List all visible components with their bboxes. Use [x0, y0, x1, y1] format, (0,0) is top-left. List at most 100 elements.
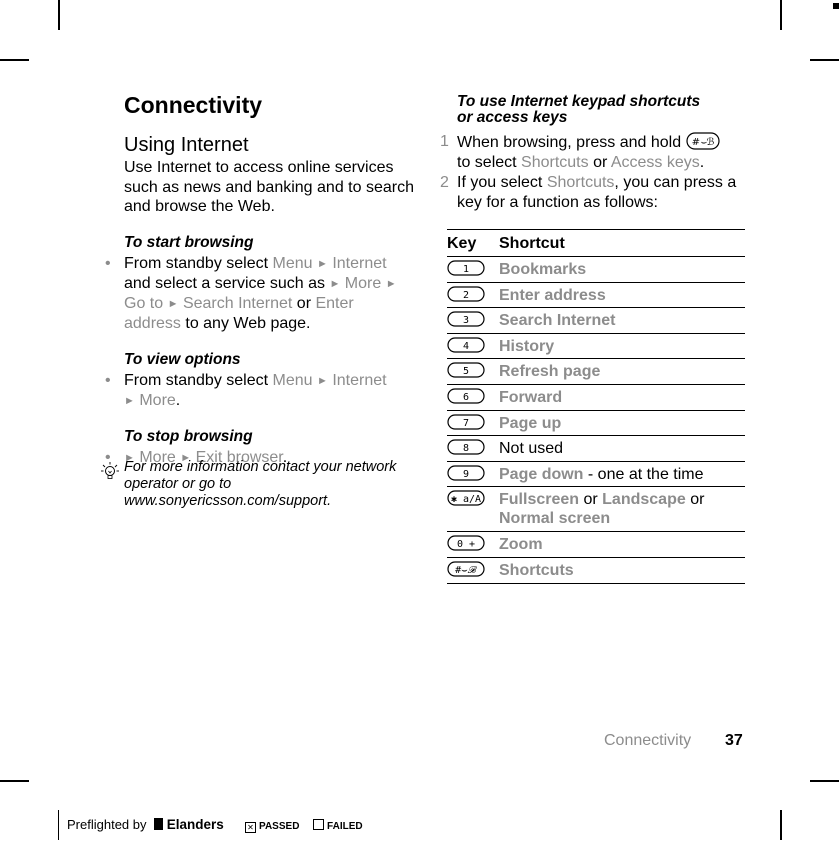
svg-text:1: 1	[463, 264, 469, 275]
elanders-logo-icon	[154, 818, 164, 830]
procedure-title-shortcuts: To use Internet keypad shortcuts or acces…	[457, 93, 701, 126]
key-cell: ✱ a/A	[447, 486, 499, 533]
column-header-shortcut: Shortcut	[499, 229, 745, 257]
crop-mark	[810, 780, 839, 782]
arrow-right-icon: ►	[316, 374, 328, 387]
shortcut-cell: Bookmarks	[499, 256, 745, 283]
step-1: 1 When browsing, press and hold #⌣ℬ to sel…	[440, 132, 746, 172]
key-cell: 7	[447, 410, 499, 437]
keypad-key-icon: 0 +	[447, 535, 485, 551]
step-2: 2 If you select Shortcuts, you can press …	[440, 174, 737, 211]
page-number: 37	[725, 732, 743, 749]
shortcut-cell: Shortcuts	[499, 557, 745, 584]
crop-mark	[0, 59, 29, 61]
failed-label: FAILED	[327, 821, 363, 832]
bullet-dot: •	[105, 254, 111, 272]
arrow-right-icon: ►	[329, 277, 341, 290]
preflight-label: Preflighted by	[67, 817, 147, 832]
crop-mark	[58, 0, 60, 30]
menu-ref: Shortcuts	[546, 174, 615, 191]
shortcut-table: Key Shortcut 1 Bookmarks 2 Enter address 3 Se…	[447, 229, 745, 584]
table-row: 4 History	[447, 333, 745, 360]
key-cell: 1	[447, 256, 499, 283]
preflight-brand: Elanders	[166, 817, 224, 832]
footer-section-name: Connectivity	[604, 732, 692, 749]
menu-ref: Go to	[124, 295, 164, 313]
table-row: 7 Page up	[447, 410, 745, 437]
hash-key-icon: #⌣ℬ	[685, 132, 720, 150]
svg-text:5: 5	[463, 366, 469, 377]
menu-ref: Search Internet	[182, 295, 293, 313]
shortcut-cell: Not used	[499, 435, 745, 462]
svg-text:6: 6	[463, 392, 469, 403]
crop-mark	[780, 0, 782, 30]
key-cell: 4	[447, 333, 499, 360]
key-cell: 5	[447, 358, 499, 385]
svg-text:#⌣ℬ: #⌣ℬ	[455, 565, 477, 576]
crop-mark	[810, 59, 839, 61]
shortcut-cell: Forward	[499, 384, 745, 411]
procedure-title-stop-browsing: To stop browsing	[124, 428, 253, 446]
arrow-right-icon: ►	[385, 277, 397, 290]
keypad-key-icon: 3	[447, 311, 485, 327]
right-column: To use Internet keypad shortcuts or acces…	[440, 94, 746, 212]
key-cell: 6	[447, 384, 499, 411]
column-header-key: Key	[447, 229, 499, 257]
note-text: For more information contact your networ…	[124, 459, 397, 509]
menu-ref: Access keys	[610, 153, 700, 171]
svg-text:2: 2	[463, 290, 469, 301]
bullet-dot: •	[105, 371, 111, 389]
menu-ref: More	[139, 391, 176, 409]
keypad-key-icon: 2	[447, 285, 485, 302]
keypad-key-icon: 1	[447, 260, 485, 276]
svg-text:9: 9	[463, 469, 469, 480]
shortcut-cell: Fullscreen or Landscape or Normal screen	[499, 486, 745, 533]
page-footer: Connectivity 37	[604, 732, 743, 750]
arrow-right-icon: ►	[167, 298, 179, 311]
svg-text:✱ a/A: ✱ a/A	[451, 494, 481, 505]
keypad-key-icon: 4	[447, 337, 485, 353]
keypad-key-icon: 6	[447, 388, 485, 404]
tip-note: For more information contact your networ…	[100, 459, 400, 510]
svg-text:4: 4	[463, 341, 469, 352]
registration-mark	[833, 3, 839, 9]
arrow-right-icon: ►	[316, 257, 328, 270]
shortcut-cell: Zoom	[499, 531, 745, 558]
keypad-key-icon: 7	[447, 413, 485, 430]
failed-checkbox	[313, 819, 325, 830]
key-cell: 8	[447, 435, 499, 462]
bullet-view-options: • From standby select Menu ► Internet ► Mo…	[105, 371, 387, 409]
table-row: #⌣ℬ Shortcuts	[447, 557, 745, 584]
step-number: 1	[440, 133, 449, 150]
procedure-title-view-options: To view options	[124, 350, 241, 368]
shortcut-cell: History	[499, 333, 745, 360]
table-row: 9 Page down - one at the time	[447, 461, 745, 488]
svg-text:7: 7	[463, 418, 469, 429]
passed-label: PASSED	[259, 821, 300, 832]
shortcut-cell: Page down - one at the time	[499, 461, 745, 488]
key-cell: 0 +	[447, 531, 499, 558]
table-row: 6 Forward	[447, 384, 745, 411]
key-cell: 9	[447, 461, 499, 488]
passed-checkbox: ✕	[245, 822, 257, 833]
menu-ref: Menu	[272, 254, 313, 272]
svg-text:0 +: 0 +	[457, 539, 475, 550]
left-column: Connectivity Using Internet Use Internet…	[105, 90, 414, 469]
menu-ref: Menu	[272, 371, 313, 389]
table-row: 8 Not used	[447, 435, 745, 462]
shortcut-cell: Enter address	[499, 282, 745, 309]
table-row: 3 Search Internet	[447, 307, 745, 334]
svg-text:8: 8	[463, 443, 469, 454]
menu-ref: More	[344, 274, 382, 292]
svg-text:#⌣ℬ: #⌣ℬ	[691, 137, 714, 148]
table-header-row: Key Shortcut	[447, 229, 745, 257]
shortcut-cell: Search Internet	[499, 307, 745, 334]
menu-ref: Internet	[332, 371, 387, 389]
shortcut-cell: Refresh page	[499, 358, 745, 385]
key-cell: 2	[447, 282, 499, 309]
keypad-key-icon: 5	[447, 362, 485, 378]
bullet-start-browsing: • From standby select Menu ► Internet and…	[105, 254, 397, 333]
table-row: 1 Bookmarks	[447, 256, 745, 283]
crop-mark	[0, 780, 29, 782]
table-row: ✱ a/A Fullscreen or Landscape or Normal s…	[447, 486, 745, 533]
